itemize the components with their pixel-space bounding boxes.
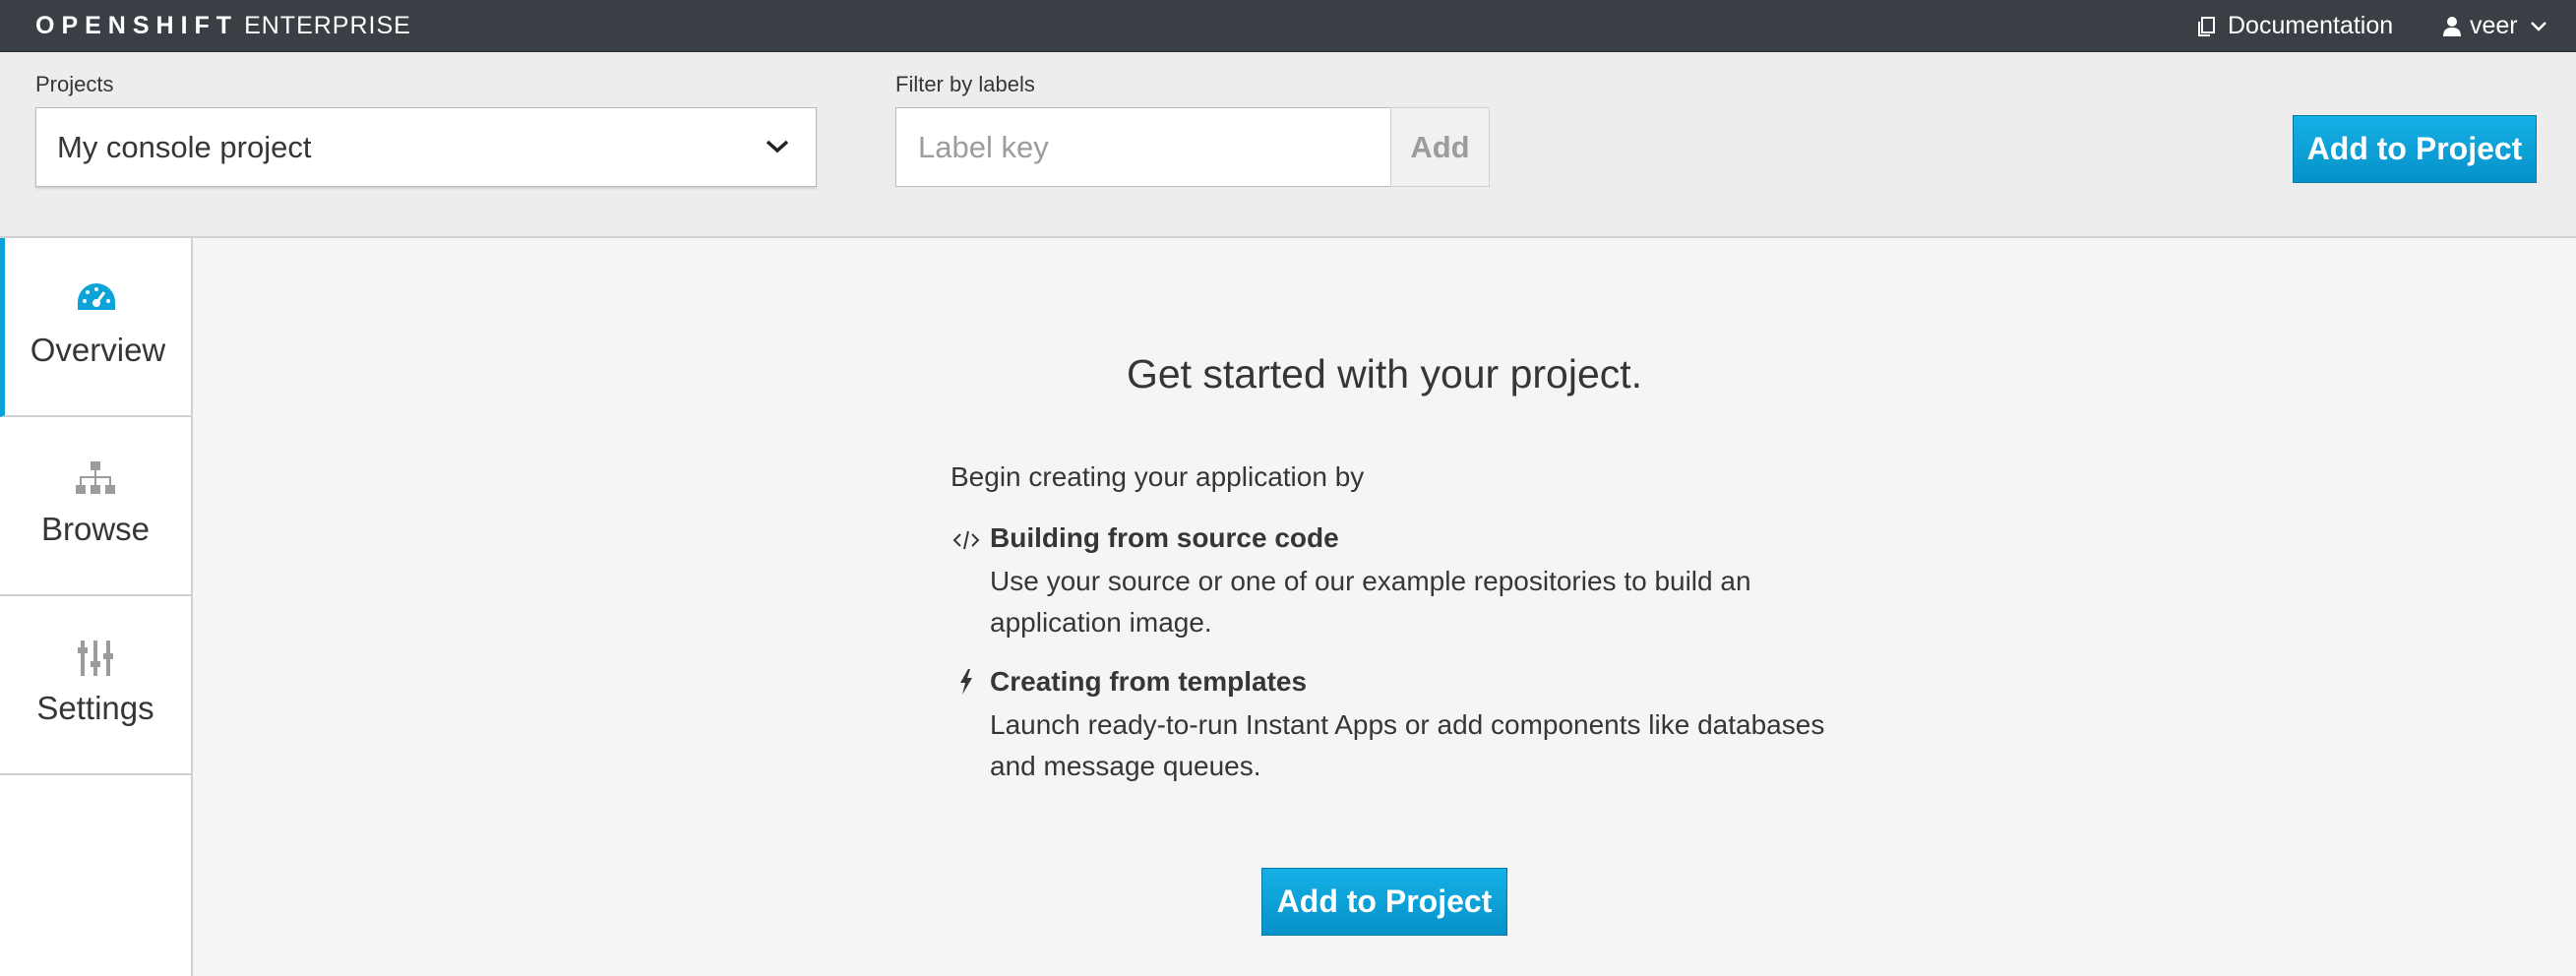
code-icon bbox=[952, 530, 980, 550]
main-content: Get started with your project. Begin cre… bbox=[193, 238, 2576, 976]
option-description: Use your source or one of our example re… bbox=[990, 566, 1751, 638]
project-select[interactable]: My console project bbox=[35, 107, 817, 187]
filter-by-labels-label: Filter by labels bbox=[895, 72, 1035, 96]
option-description: Launch ready-to-run Instant Apps or add … bbox=[990, 709, 1825, 781]
label-key-input[interactable] bbox=[895, 107, 1391, 187]
sidebar-item-label: Browse bbox=[40, 511, 151, 547]
sidebar-item-browse[interactable]: Browse bbox=[0, 417, 191, 596]
sidebar-item-label: Settings bbox=[36, 690, 154, 726]
sidebar-item-settings[interactable]: Settings bbox=[0, 596, 191, 775]
brand-light-text: ENTERPRISE bbox=[244, 12, 411, 39]
projects-label: Projects bbox=[35, 72, 114, 96]
add-label-button[interactable]: Add bbox=[1390, 107, 1490, 187]
user-name: veer bbox=[2470, 12, 2518, 39]
option-title: Building from source code bbox=[990, 522, 1339, 553]
sitemap-icon bbox=[76, 461, 115, 494]
add-to-project-button[interactable]: Add to Project bbox=[2293, 115, 2537, 183]
add-to-project-button[interactable]: Add to Project bbox=[1261, 868, 1507, 936]
chevron-down-icon bbox=[766, 140, 789, 153]
documentation-label: Documentation bbox=[2228, 12, 2394, 39]
sliders-icon bbox=[78, 640, 113, 676]
documentation-icon bbox=[2198, 16, 2215, 36]
project-select-value: My console project bbox=[57, 130, 312, 164]
intro-text: Begin creating your application by bbox=[951, 461, 1365, 492]
chevron-down-icon bbox=[2530, 21, 2546, 31]
sidebar-nav: Overview Browse Settings bbox=[0, 238, 193, 976]
bolt-icon bbox=[960, 669, 972, 695]
user-menu[interactable]: veer bbox=[2442, 10, 2547, 42]
page-title: Get started with your project. bbox=[1126, 351, 1643, 396]
option-title: Creating from templates bbox=[990, 666, 1308, 697]
brand-strong-text: OPENSHIFT bbox=[35, 12, 239, 39]
sidebar-item-overview[interactable]: Overview bbox=[0, 238, 191, 417]
documentation-link[interactable]: Documentation bbox=[2196, 10, 2393, 42]
top-navbar: OPENSHIFT ENTERPRISE Documentation veer bbox=[0, 0, 2576, 52]
brand-logo[interactable]: OPENSHIFT ENTERPRISE bbox=[35, 10, 411, 42]
dashboard-icon bbox=[77, 283, 115, 310]
project-toolbar: Projects My console project Filter by la… bbox=[0, 52, 2576, 238]
sidebar-item-label: Overview bbox=[30, 332, 166, 368]
user-icon bbox=[2443, 16, 2461, 36]
